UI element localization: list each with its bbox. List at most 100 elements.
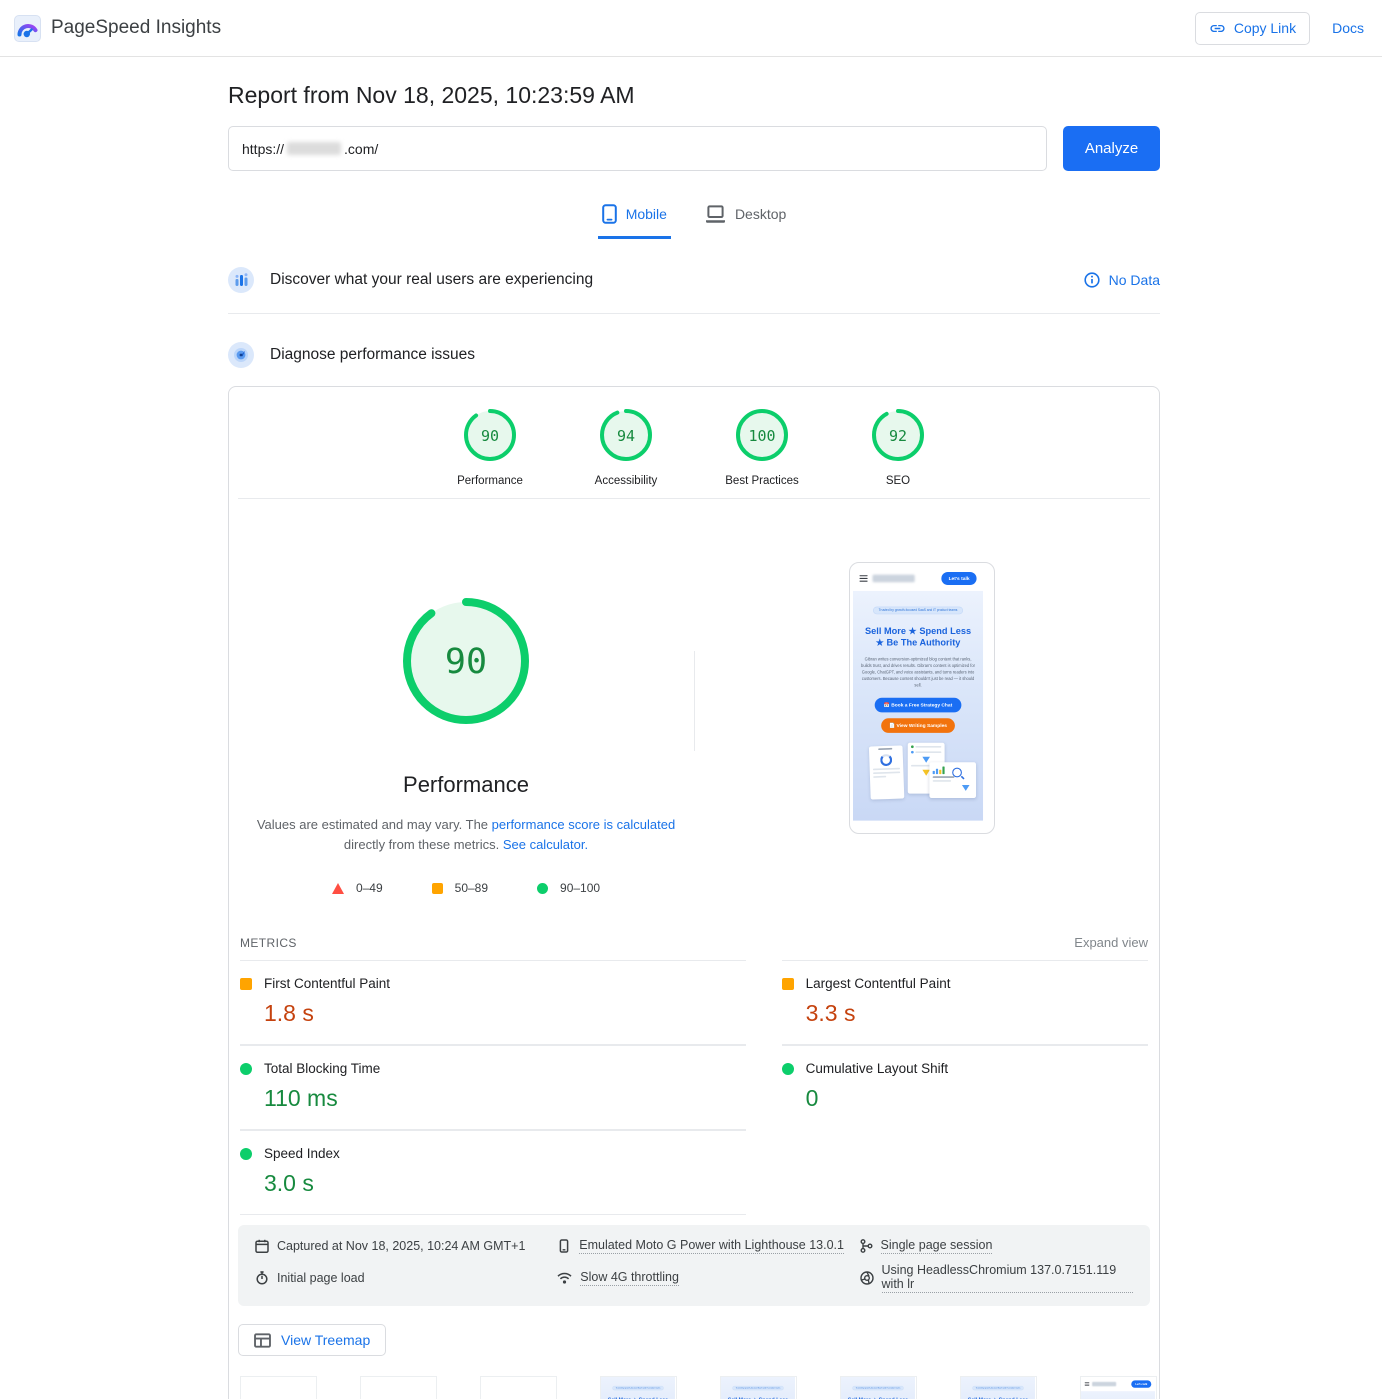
stopwatch-icon (255, 1271, 269, 1285)
url-input[interactable]: https:// .com/ (228, 126, 1047, 171)
lets-talk-button: Let's talk (1131, 1381, 1151, 1388)
calendar-icon (255, 1239, 269, 1253)
final-screenshot-preview[interactable]: Let's talk Trusted by growth-focused Saa… (849, 562, 995, 834)
metric-name: Cumulative Layout Shift (806, 1061, 949, 1076)
capture-info-text: Initial page load (277, 1271, 365, 1285)
capture-info-text[interactable]: Single page session (881, 1238, 993, 1254)
svg-text:94: 94 (617, 427, 635, 445)
legend-item: 50–89 (432, 881, 488, 895)
expand-view-link[interactable]: Expand view (1074, 935, 1148, 950)
metric-speed-index: Speed Index 3.0 s (240, 1130, 746, 1215)
trust-badge: Trusted by growth-focused SaaS and IT pr… (972, 1386, 1023, 1390)
url-suffix: .com/ (344, 141, 378, 157)
metric-name: Total Blocking Time (264, 1061, 380, 1076)
filmstrip-frame-3[interactable] (480, 1376, 557, 1399)
treemap-icon (254, 1333, 271, 1348)
view-treemap-button[interactable]: View Treemap (238, 1324, 386, 1356)
page-screenshot: Trusted by growth-focused SaaS and IT pr… (841, 1377, 915, 1399)
metric-status-circle-icon (782, 1063, 794, 1075)
performance-score-gauge: 90 (400, 714, 532, 731)
desc-text: Values are estimated and may vary. The (257, 817, 492, 832)
legend-range: 0–49 (356, 881, 383, 895)
tab-desktop[interactable]: Desktop (701, 198, 790, 239)
category-label: Accessibility (578, 475, 674, 487)
screenshot-header: Let's talk (853, 566, 983, 591)
category-label: Performance (442, 475, 538, 487)
filmstrip-frame-7[interactable]: Trusted by growth-focused SaaS and IT pr… (960, 1376, 1037, 1399)
screenshot-body: Trusted by growth-focused SaaS and IT pr… (853, 591, 983, 821)
capture-info-bar: Captured at Nov 18, 2025, 10:24 AM GMT+1… (238, 1225, 1150, 1306)
page-screenshot: Let's talk Trusted by growth-focused Saa… (853, 566, 983, 821)
brand[interactable]: PageSpeed Insights (14, 15, 221, 42)
analyze-button[interactable]: Analyze (1063, 126, 1160, 171)
hero-illustration (860, 743, 976, 803)
metric-value: 0 (782, 1085, 1148, 1112)
tab-mobile[interactable]: Mobile (598, 198, 671, 239)
url-redacted-domain (287, 142, 341, 155)
site-logo-blurred (873, 575, 915, 583)
category-accessibility[interactable]: 94 Accessibility (578, 408, 674, 487)
site-logo-blurred (1092, 1382, 1116, 1386)
screenshot-body: Trusted by growth-focused SaaS and IT pr… (961, 1377, 1035, 1399)
legend-square-icon (432, 883, 443, 894)
page-screenshot: Trusted by growth-focused SaaS and IT pr… (601, 1377, 675, 1399)
capture-info-text[interactable]: Slow 4G throttling (580, 1270, 679, 1286)
screenshot-body: Trusted by growth-focused SaaS and IT pr… (1081, 1391, 1155, 1399)
copy-link-button[interactable]: Copy Link (1195, 12, 1310, 45)
category-performance[interactable]: 90 Performance (442, 408, 538, 487)
filmstrip-frame-2[interactable] (360, 1376, 437, 1399)
legend-triangle-icon (332, 883, 344, 894)
filmstrip-frame-8[interactable]: Let's talk Trusted by growth-focused Saa… (1080, 1376, 1157, 1399)
category-best-practices[interactable]: 100 Best Practices (714, 408, 810, 487)
metric-largest-contentful-paint: Largest Contentful Paint 3.3 s (782, 960, 1148, 1045)
category-label: SEO (850, 475, 946, 487)
metric-value: 3.0 s (240, 1170, 746, 1197)
page-screenshot: Trusted by growth-focused SaaS and IT pr… (721, 1377, 795, 1399)
metric-cumulative-layout-shift: Cumulative Layout Shift 0 (782, 1045, 1148, 1130)
real-users-icon (228, 267, 254, 293)
metric-name: Speed Index (264, 1146, 340, 1161)
chrome-icon (860, 1271, 874, 1285)
legend-item: 0–49 (332, 881, 383, 895)
svg-text:92: 92 (889, 427, 907, 445)
screenshot-body: Trusted by growth-focused SaaS and IT pr… (841, 1377, 915, 1399)
screenshot-header: Let's talk (1081, 1377, 1155, 1391)
capture-info-item: Using HeadlessChromium 137.0.7151.119 wi… (860, 1263, 1133, 1293)
link-icon (1209, 20, 1226, 37)
capture-info-text[interactable]: Emulated Moto G Power with Lighthouse 13… (579, 1238, 844, 1254)
see-calculator-link[interactable]: See calculator. (503, 837, 588, 852)
metric-total-blocking-time: Total Blocking Time 110 ms (240, 1045, 746, 1130)
capture-info-item: Initial page load (255, 1263, 557, 1293)
section-divider (228, 313, 1160, 314)
score-gauge: 94 (599, 408, 653, 462)
filmstrip-frame-6[interactable]: Trusted by growth-focused SaaS and IT pr… (840, 1376, 917, 1399)
tab-desktop-label: Desktop (735, 206, 786, 222)
legend-item: 90–100 (537, 881, 600, 895)
tab-mobile-label: Mobile (626, 206, 667, 222)
svg-text:90: 90 (481, 427, 499, 445)
docs-link[interactable]: Docs (1332, 20, 1364, 36)
hero-paragraph: Gibran writes conversion-optimized blog … (860, 656, 976, 689)
trust-badge: Trusted by growth-focused SaaS and IT pr… (873, 607, 963, 615)
capture-info-text[interactable]: Using HeadlessChromium 137.0.7151.119 wi… (882, 1263, 1133, 1293)
lab-data-section: Diagnose performance issues (228, 336, 1160, 374)
filmstrip-frame-5[interactable]: Trusted by growth-focused SaaS and IT pr… (720, 1376, 797, 1399)
score-gauge: 100 (735, 408, 789, 462)
no-data-label: No Data (1109, 272, 1160, 288)
filmstrip-frame-4[interactable]: Trusted by growth-focused SaaS and IT pr… (600, 1376, 677, 1399)
score-gauge: 92 (871, 408, 925, 462)
metric-status-circle-icon (240, 1063, 252, 1075)
copy-link-label: Copy Link (1234, 20, 1296, 36)
metric-empty-cell (782, 1130, 1148, 1215)
score-calculated-link[interactable]: performance score is calculated (492, 817, 676, 832)
filmstrip-frame-1[interactable] (240, 1376, 317, 1399)
no-data-status[interactable]: No Data (1084, 272, 1160, 288)
metric-status-square-icon (782, 978, 794, 990)
filmstrip: Trusted by growth-focused SaaS and IT pr… (238, 1376, 1150, 1399)
secondary-cta-button: 📄 View Writing Samples (881, 718, 955, 733)
session-icon (860, 1239, 873, 1253)
category-seo[interactable]: 92 SEO (850, 408, 946, 487)
metric-status-circle-icon (240, 1148, 252, 1160)
capture-info-item: Single page session (860, 1238, 1133, 1254)
trust-badge: Trusted by growth-focused SaaS and IT pr… (612, 1386, 663, 1390)
